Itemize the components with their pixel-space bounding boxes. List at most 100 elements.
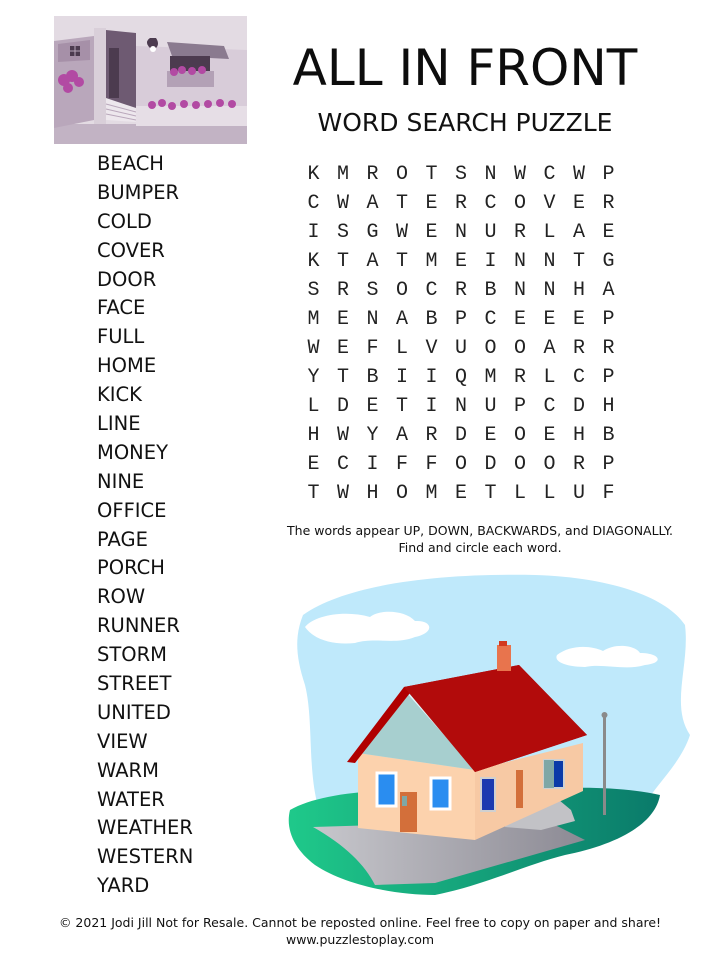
grid-cell[interactable]: U (479, 218, 502, 247)
grid-cell[interactable]: M (332, 160, 355, 189)
grid-cell[interactable]: B (361, 363, 384, 392)
grid-cell[interactable]: N (450, 218, 473, 247)
grid-cell[interactable]: M (479, 363, 502, 392)
grid-cell[interactable]: O (391, 160, 414, 189)
grid-cell[interactable]: C (568, 363, 591, 392)
grid-cell[interactable]: O (391, 479, 414, 508)
grid-cell[interactable]: K (302, 160, 325, 189)
grid-cell[interactable]: C (479, 189, 502, 218)
grid-cell[interactable]: C (420, 276, 443, 305)
grid-cell[interactable]: P (509, 392, 532, 421)
grid-cell[interactable]: A (538, 334, 561, 363)
grid-cell[interactable]: T (420, 160, 443, 189)
grid-cell[interactable]: F (391, 450, 414, 479)
grid-cell[interactable]: F (420, 450, 443, 479)
grid-cell[interactable]: V (538, 189, 561, 218)
grid-cell[interactable]: Q (450, 363, 473, 392)
grid-cell[interactable]: M (420, 247, 443, 276)
grid-cell[interactable]: R (450, 276, 473, 305)
grid-cell[interactable]: A (391, 421, 414, 450)
grid-cell[interactable]: W (332, 421, 355, 450)
grid-cell[interactable]: I (479, 247, 502, 276)
grid-cell[interactable]: E (420, 189, 443, 218)
grid-cell[interactable]: H (302, 421, 325, 450)
grid-cell[interactable]: O (479, 334, 502, 363)
grid-cell[interactable]: L (538, 479, 561, 508)
grid-cell[interactable]: W (568, 160, 591, 189)
grid-cell[interactable]: I (361, 450, 384, 479)
grid-cell[interactable]: E (509, 305, 532, 334)
grid-cell[interactable]: R (450, 189, 473, 218)
grid-cell[interactable]: L (538, 218, 561, 247)
grid-cell[interactable]: C (302, 189, 325, 218)
grid-cell[interactable]: E (361, 392, 384, 421)
grid-cell[interactable]: E (597, 218, 620, 247)
grid-cell[interactable]: R (509, 363, 532, 392)
grid-cell[interactable]: S (302, 276, 325, 305)
grid-cell[interactable]: G (597, 247, 620, 276)
grid-cell[interactable]: R (332, 276, 355, 305)
grid-cell[interactable]: W (391, 218, 414, 247)
grid-cell[interactable]: W (332, 479, 355, 508)
grid-cell[interactable]: K (302, 247, 325, 276)
grid-cell[interactable]: P (597, 160, 620, 189)
grid-cell[interactable]: H (361, 479, 384, 508)
grid-cell[interactable]: E (302, 450, 325, 479)
grid-cell[interactable]: M (302, 305, 325, 334)
grid-cell[interactable]: I (420, 392, 443, 421)
grid-cell[interactable]: L (302, 392, 325, 421)
grid-cell[interactable]: C (332, 450, 355, 479)
grid-cell[interactable]: T (332, 247, 355, 276)
grid-cell[interactable]: L (509, 479, 532, 508)
grid-cell[interactable]: A (597, 276, 620, 305)
grid-cell[interactable]: U (479, 392, 502, 421)
grid-cell[interactable]: I (420, 363, 443, 392)
grid-cell[interactable]: N (361, 305, 384, 334)
grid-cell[interactable]: O (538, 450, 561, 479)
grid-cell[interactable]: D (332, 392, 355, 421)
grid-cell[interactable]: E (568, 189, 591, 218)
grid-cell[interactable]: L (391, 334, 414, 363)
grid-cell[interactable]: N (538, 247, 561, 276)
grid-cell[interactable]: T (568, 247, 591, 276)
grid-cell[interactable]: R (597, 189, 620, 218)
grid-cell[interactable]: E (332, 334, 355, 363)
grid-cell[interactable]: B (479, 276, 502, 305)
grid-cell[interactable]: W (302, 334, 325, 363)
grid-cell[interactable]: W (509, 160, 532, 189)
grid-cell[interactable]: E (450, 479, 473, 508)
grid-cell[interactable]: E (538, 305, 561, 334)
grid-cell[interactable]: N (450, 392, 473, 421)
grid-cell[interactable]: O (509, 421, 532, 450)
grid-cell[interactable]: M (420, 479, 443, 508)
grid-cell[interactable]: S (332, 218, 355, 247)
grid-cell[interactable]: T (302, 479, 325, 508)
grid-cell[interactable]: R (597, 334, 620, 363)
grid-cell[interactable]: L (538, 363, 561, 392)
grid-cell[interactable]: C (538, 392, 561, 421)
grid-cell[interactable]: R (568, 450, 591, 479)
grid-cell[interactable]: F (597, 479, 620, 508)
grid-cell[interactable]: R (568, 334, 591, 363)
grid-cell[interactable]: Y (302, 363, 325, 392)
grid-cell[interactable]: Y (361, 421, 384, 450)
grid-cell[interactable]: C (538, 160, 561, 189)
grid-cell[interactable]: D (479, 450, 502, 479)
grid-cell[interactable]: E (568, 305, 591, 334)
grid-cell[interactable]: B (597, 421, 620, 450)
grid-cell[interactable]: T (391, 392, 414, 421)
grid-cell[interactable]: E (479, 421, 502, 450)
grid-cell[interactable]: C (479, 305, 502, 334)
grid-cell[interactable]: T (391, 189, 414, 218)
grid-cell[interactable]: A (361, 247, 384, 276)
grid-cell[interactable]: A (568, 218, 591, 247)
grid-cell[interactable]: V (420, 334, 443, 363)
grid-cell[interactable]: O (509, 450, 532, 479)
grid-cell[interactable]: I (391, 363, 414, 392)
grid-cell[interactable]: E (420, 218, 443, 247)
grid-cell[interactable]: H (568, 276, 591, 305)
grid-cell[interactable]: P (597, 363, 620, 392)
grid-cell[interactable]: N (509, 247, 532, 276)
website-link[interactable]: www.puzzlestoplay.com (0, 931, 720, 948)
grid-cell[interactable]: D (450, 421, 473, 450)
